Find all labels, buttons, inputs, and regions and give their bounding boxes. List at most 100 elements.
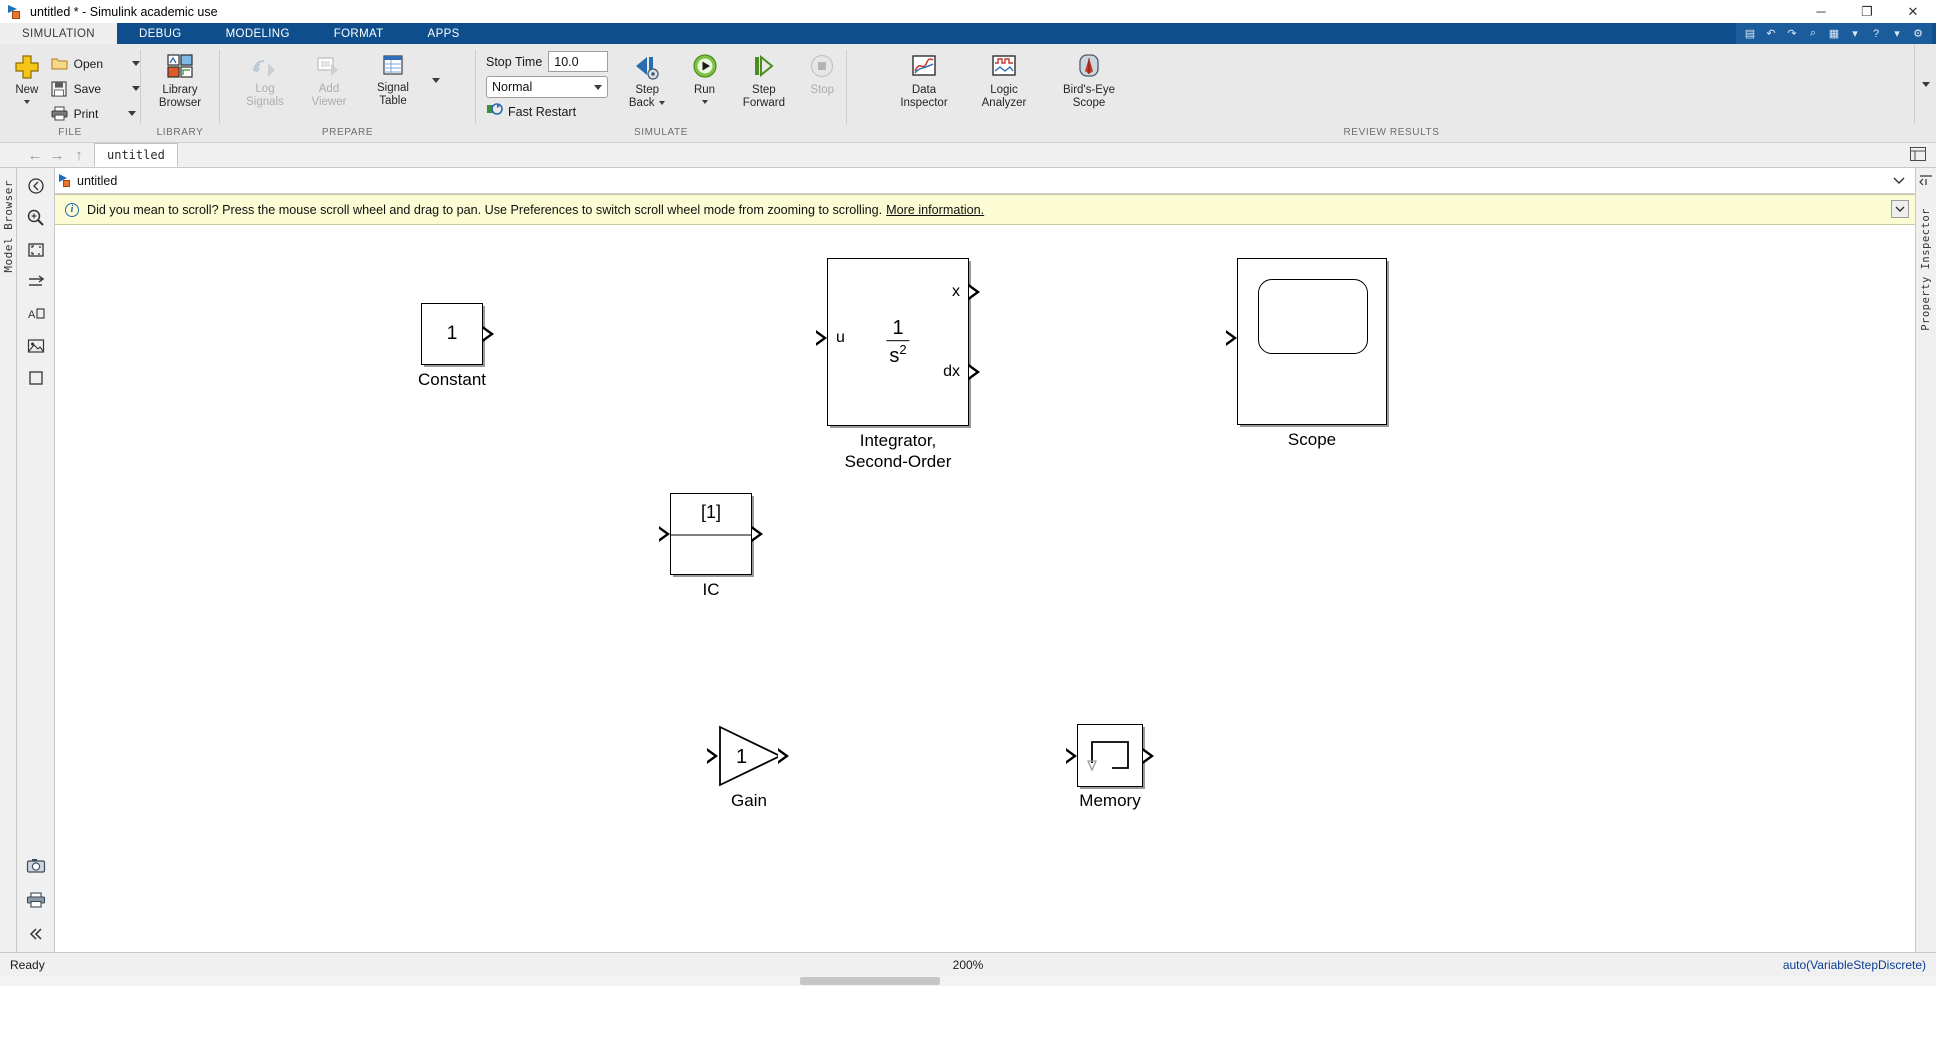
simulation-mode-value: Normal [492,80,533,94]
stop-button[interactable]: Stop [799,49,846,97]
model-tab-untitled[interactable]: untitled [94,143,178,167]
undo-icon[interactable]: ↶ [1763,26,1779,41]
tab-modeling[interactable]: MODELING [204,23,312,44]
data-inspector-button[interactable]: Data Inspector [889,49,959,110]
breadcrumb-model-name[interactable]: untitled [77,174,117,188]
redo-icon[interactable]: ↷ [1784,26,1800,41]
scope-block-body[interactable] [1237,258,1387,425]
save-button-label: Save [73,81,101,96]
zoom-in-icon[interactable] [24,206,48,230]
block-ic[interactable]: [1] IC [659,493,763,599]
quick-access-toolbar: ▤ ↶ ↷ ⌕ ▦ ▾ ? ▾ ⚙ [1736,23,1932,44]
save-icon[interactable]: ▤ [1742,26,1758,41]
run-icon [692,54,717,78]
step-forward-button[interactable]: Step Forward [733,49,794,110]
signal-table-button[interactable]: Signal Table [362,49,424,108]
log-signals-button[interactable]: Log Signals [234,49,296,109]
constant-block-body[interactable]: 1 [421,303,483,365]
fast-restart-toggle[interactable]: Fast Restart [486,102,615,121]
forward-arrow-icon[interactable]: → [46,144,68,166]
status-solver-text[interactable]: auto(VariableStepDiscrete) [1783,958,1926,972]
run-button[interactable]: Run [680,49,729,104]
integrator-output-label-x: x [952,283,960,300]
block-constant[interactable]: 1 Constant [418,303,494,389]
search-icon[interactable]: ⌕ [1805,26,1821,41]
annotation-text-icon[interactable]: A [24,302,48,326]
layout-icon[interactable]: ▦ [1826,26,1842,41]
add-viewer-icon [317,57,338,76]
save-caret-icon[interactable] [132,86,140,91]
library-browser-label-line1: Library [162,84,198,96]
back-arrow-icon[interactable]: ← [24,144,46,166]
logic-analyzer-button[interactable]: Logic Analyzer [969,49,1039,110]
print-button[interactable]: Print [50,101,140,126]
model-browser-panel[interactable]: Model Browser [0,168,17,952]
stop-time-input[interactable] [548,51,609,72]
ic-block-body[interactable]: [1] [670,493,752,575]
up-arrow-icon[interactable]: ↑ [68,144,90,166]
area-annotation-icon[interactable] [24,366,48,390]
birds-eye-scope-button[interactable]: Bird's-Eye Scope [1049,49,1129,110]
signal-table-icon [383,55,403,75]
camera-icon[interactable] [24,854,48,878]
collapse-right-icon[interactable] [1919,174,1933,192]
block-memory[interactable]: Memory [1066,724,1154,810]
notification-dismiss-caret-icon[interactable] [1891,200,1909,218]
title-bar: untitled * - Simulink academic use ─ ❐ ✕ [0,0,1936,23]
notification-text: Did you mean to scroll? Press the mouse … [87,202,883,217]
step-back-caret-icon[interactable] [659,101,666,105]
tab-format[interactable]: FORMAT [312,23,406,44]
more-information-link[interactable]: More information. [886,203,984,217]
help-icon[interactable]: ? [1868,26,1884,41]
status-zoom-level[interactable]: 200% [953,958,984,972]
open-caret-icon[interactable] [132,61,140,66]
print-caret-icon[interactable] [128,111,137,116]
library-browser-button[interactable]: Library Browser [144,49,216,110]
horizontal-scrollbar[interactable] [0,976,1936,986]
breadcrumb-caret-icon[interactable] [1893,172,1905,190]
tab-apps[interactable]: APPS [406,23,482,44]
open-button[interactable]: Open [50,51,140,76]
save-button[interactable]: Save [50,76,140,101]
step-back-button[interactable]: Step Back [619,49,676,109]
tab-simulation[interactable]: SIMULATION [0,23,117,44]
block-scope[interactable]: Scope [1226,258,1387,449]
simulation-mode-select[interactable]: Normal [486,76,608,98]
ribbon-group-review-results: Data Inspector Logic Analyzer Bird's-Eye… [847,44,1936,142]
block-integrator-second-order[interactable]: 1 s2 u x dx Integrator, Second-Order [816,258,980,471]
integrator-block-body[interactable]: 1 s2 u x dx [827,258,969,426]
layout-caret-icon[interactable]: ▾ [1847,26,1863,41]
property-inspector-panel[interactable]: Property Inspector [1915,168,1936,952]
layout-grid-icon[interactable] [1910,147,1926,161]
block-gain[interactable]: 1 1 Gain [707,725,790,810]
fit-to-view-icon[interactable] [24,238,48,262]
new-button[interactable]: New [6,49,48,104]
run-caret-icon[interactable] [701,100,708,104]
close-button[interactable]: ✕ [1890,0,1936,23]
settings-icon[interactable]: ⚙ [1910,26,1926,41]
collapse-rail-icon[interactable] [24,922,48,946]
fit-to-width-icon[interactable] [24,270,48,294]
data-inspector-icon [912,55,936,76]
save-floppy-icon [50,79,69,98]
status-ready-text: Ready [10,957,45,972]
image-annotation-icon[interactable] [24,334,48,358]
ribbon-group-label-simulate: SIMULATE [633,127,689,138]
gain-block-label: Gain [731,791,767,810]
hide-explorer-icon[interactable] [24,174,48,198]
stop-label: Stop [810,84,835,96]
help-caret-icon[interactable]: ▾ [1889,26,1905,41]
run-label: Run [693,84,716,96]
maximize-button[interactable]: ❐ [1844,0,1890,23]
minimize-button[interactable]: ─ [1798,0,1844,23]
tab-debug[interactable]: DEBUG [117,23,204,44]
print-canvas-icon[interactable] [24,888,48,912]
add-viewer-button[interactable]: Add Viewer [298,49,360,109]
memory-block-body[interactable] [1077,724,1143,787]
model-canvas[interactable]: 1 Constant 1 s2 u x dx Integrator, Secon… [55,225,1915,952]
prepare-more-button[interactable] [426,49,440,111]
ribbon-expand-button[interactable] [1914,44,1936,124]
integrator-output-label-dx: dx [943,363,960,380]
new-caret-icon[interactable] [23,100,30,104]
horizontal-scrollbar-thumb[interactable] [800,977,940,985]
